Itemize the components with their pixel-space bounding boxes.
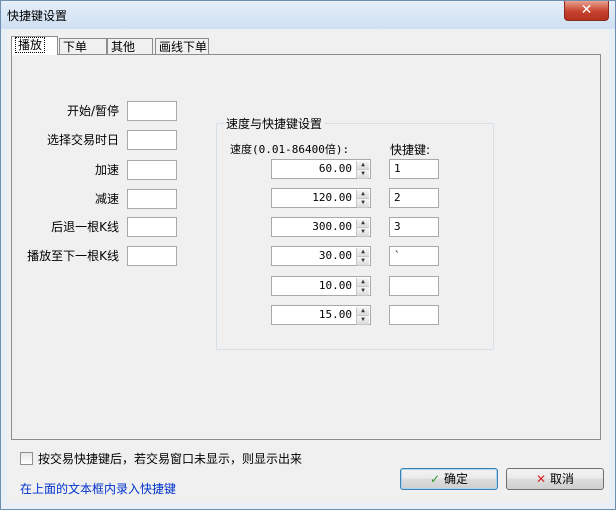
spin-down-icon[interactable]: ▼ — [357, 170, 369, 179]
step-back-bar-input[interactable] — [127, 217, 177, 237]
speed-value: 15.00 — [318, 308, 352, 321]
speed-value: 120.00 — [312, 191, 352, 204]
shortcut-key-input-2[interactable]: 2 — [389, 188, 439, 208]
input-hint-text: 在上面的文本框内录入快捷键 — [20, 482, 177, 496]
speed-column-header: 速度(0.01-86400倍): — [230, 143, 350, 156]
tab-draw-line-order[interactable]: 画线下单 — [155, 38, 209, 54]
shortcut-key-input-6[interactable] — [389, 305, 439, 325]
ok-button[interactable]: ✓ 确定 — [400, 468, 498, 490]
speed-value: 60.00 — [318, 162, 352, 175]
speed-spinner[interactable]: ▲ ▼ — [356, 248, 369, 266]
play-to-next-bar-label: 播放至下一根K线 — [27, 249, 119, 263]
step-back-bar-label: 后退一根K线 — [51, 220, 119, 234]
shortcut-key-input-3[interactable]: 3 — [389, 217, 439, 237]
slow-down-input[interactable] — [127, 189, 177, 209]
tab-other[interactable]: 其他 — [107, 38, 153, 54]
speed-value: 30.00 — [318, 249, 352, 262]
spin-up-icon[interactable]: ▲ — [357, 219, 369, 228]
ok-button-label: 确定 — [444, 472, 469, 486]
shortcut-key-input-5[interactable] — [389, 276, 439, 296]
speed-input-6[interactable]: 15.00 ▲ ▼ — [271, 305, 371, 325]
spin-down-icon[interactable]: ▼ — [357, 257, 369, 266]
key-column-header: 快捷键: — [390, 143, 431, 157]
tab-panel-playback: 开始/暂停 选择交易时日 加速 减速 后退一根K线 播放至下一根K线 速度与快捷… — [11, 54, 601, 440]
show-trade-window-label: 按交易快捷键后，若交易窗口未显示，则显示出来 — [38, 452, 303, 466]
speed-value: 300.00 — [312, 220, 352, 233]
close-button[interactable]: ✕ — [564, 1, 609, 21]
cancel-button[interactable]: ✕ 取消 — [506, 468, 604, 490]
tab-playback[interactable]: 播放 — [11, 36, 58, 55]
start-pause-label: 开始/暂停 — [66, 104, 119, 118]
speed-input-3[interactable]: 300.00 ▲ ▼ — [271, 217, 371, 237]
select-trade-day-label: 选择交易时日 — [46, 133, 119, 147]
speed-up-label: 加速 — [94, 163, 119, 177]
shortcut-key-input-4[interactable]: ` — [389, 246, 439, 266]
speed-spinner[interactable]: ▲ ▼ — [356, 307, 369, 325]
spin-down-icon[interactable]: ▼ — [357, 199, 369, 208]
spin-up-icon[interactable]: ▲ — [357, 161, 369, 170]
slow-down-label: 减速 — [94, 192, 119, 206]
spin-up-icon[interactable]: ▲ — [357, 248, 369, 257]
spin-down-icon[interactable]: ▼ — [357, 228, 369, 237]
speed-spinner[interactable]: ▲ ▼ — [356, 161, 369, 179]
show-trade-window-checkbox[interactable] — [20, 452, 33, 465]
speed-input-5[interactable]: 10.00 ▲ ▼ — [271, 276, 371, 296]
speed-input-2[interactable]: 120.00 ▲ ▼ — [271, 188, 371, 208]
window-title: 快捷键设置 — [7, 9, 68, 23]
spin-up-icon[interactable]: ▲ — [357, 278, 369, 287]
tab-order[interactable]: 下单 — [59, 38, 107, 54]
spin-up-icon[interactable]: ▲ — [357, 307, 369, 316]
checkmark-icon: ✓ — [429, 472, 441, 486]
cross-icon: ✕ — [535, 472, 547, 486]
speed-value: 10.00 — [318, 279, 352, 292]
shortcut-settings-window: 快捷键设置 ✕ 播放 下单 其他 画线下单 开始/暂停 选择交易时日 加速 减速… — [0, 0, 616, 510]
start-pause-input[interactable] — [127, 101, 177, 121]
speed-shortcut-group-title: 速度与快捷键设置 — [224, 115, 325, 132]
spin-up-icon[interactable]: ▲ — [357, 190, 369, 199]
tab-playback-label: 播放 — [15, 37, 46, 53]
shortcut-key-input-1[interactable]: 1 — [389, 159, 439, 179]
speed-spinner[interactable]: ▲ ▼ — [356, 219, 369, 237]
dialog-client-area: 播放 下单 其他 画线下单 开始/暂停 选择交易时日 加速 减速 后退一根K线 … — [7, 29, 609, 503]
spin-down-icon[interactable]: ▼ — [357, 287, 369, 296]
cancel-button-label: 取消 — [550, 472, 575, 486]
title-bar: 快捷键设置 ✕ — [1, 1, 615, 29]
speed-input-4[interactable]: 30.00 ▲ ▼ — [271, 246, 371, 266]
speed-up-input[interactable] — [127, 160, 177, 180]
speed-input-1[interactable]: 60.00 ▲ ▼ — [271, 159, 371, 179]
spin-down-icon[interactable]: ▼ — [357, 316, 369, 325]
select-trade-day-input[interactable] — [127, 130, 177, 150]
speed-spinner[interactable]: ▲ ▼ — [356, 278, 369, 296]
speed-spinner[interactable]: ▲ ▼ — [356, 190, 369, 208]
play-to-next-bar-input[interactable] — [127, 246, 177, 266]
